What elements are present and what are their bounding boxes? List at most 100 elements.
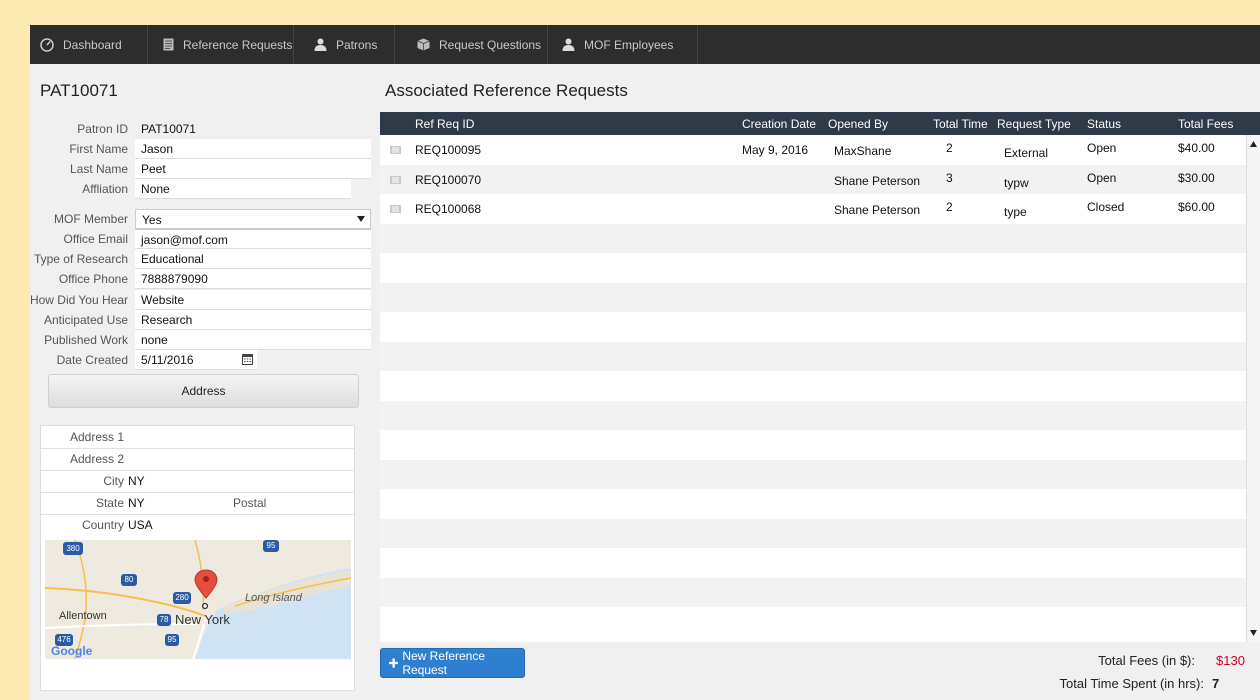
address-details: Address 1 Address 2 City NY State NY Pos… [40,425,355,691]
cell-total-fees: $60.00 [1178,200,1215,214]
nav-item-patrons[interactable]: Patrons [294,25,395,64]
empty-row [380,223,1246,253]
published-work-input[interactable]: none [135,330,371,350]
office-phone-input[interactable]: 7888879090 [135,269,371,289]
city-value[interactable]: NY [128,474,145,488]
column-header-opened-by[interactable]: Opened By [828,117,888,131]
requests-title: Associated Reference Requests [385,81,628,100]
cell-opened-by: MaxShane [834,144,892,158]
row-details-icon[interactable] [390,175,401,184]
empty-row [380,430,1246,459]
column-header-total-fees[interactable]: Total Fees [1178,117,1233,131]
field-label: Published Work [44,333,128,347]
field-label: Office Phone [58,272,128,286]
cell-total-time: 3 [946,170,953,185]
requests-panel: Associated Reference Requests Ref Req ID… [380,64,1260,700]
field-label: Type of Research [33,252,128,266]
field-affiliation: Affliation None [30,179,371,199]
address-button[interactable]: Address [48,374,359,408]
empty-row [380,489,1246,518]
field-date-created: Date Created 5/11/2016 [30,350,371,370]
document-icon [163,38,174,51]
country-value[interactable]: USA [128,518,153,532]
grid-header: Ref Req ID Creation Date Opened By Total… [380,112,1260,135]
city-label: City [103,474,124,488]
type-of-research-input[interactable]: Educational [135,249,371,269]
scroll-up-icon[interactable] [1250,141,1257,147]
table-row[interactable]: REQ100095 May 9, 2016 MaxShane 2 External Ope… [380,135,1246,164]
location-map[interactable]: 380 95 80 280 78 476 95 Allentown New Yo… [45,540,351,659]
map-label-new-york: New York [175,612,230,627]
column-header-ref-req-id[interactable]: Ref Req ID [415,117,474,131]
address2-label: Address 2 [69,452,124,466]
field-label: How Did You Hear [30,293,128,307]
date-created-input[interactable]: 5/11/2016 [135,350,257,370]
person-icon [562,38,575,51]
column-header-creation-date[interactable]: Creation Date [742,117,816,131]
field-anticipated-use: Anticipated Use Research [30,310,371,330]
cell-opened-by: Shane Peterson [834,203,921,217]
row-details-icon[interactable] [390,146,401,154]
empty-row [380,371,1246,400]
field-type-of-research: Type of Research Educational [30,249,371,269]
row-details-icon[interactable] [390,205,401,213]
office-email-input[interactable]: jason@mof.com [135,229,371,249]
calendar-icon[interactable] [242,354,253,365]
field-label: Last Name [69,162,128,176]
state-value[interactable]: NY [128,496,145,510]
field-label: Date Created [56,353,128,367]
country-label: Country [81,518,124,532]
empty-row [380,341,1246,371]
nav-item-request-questions[interactable]: Request Questions [395,25,548,64]
how-did-you-hear-input[interactable]: Website [135,290,371,310]
empty-row [380,459,1246,489]
affiliation-input[interactable]: None [135,179,351,199]
scroll-down-icon[interactable] [1250,630,1257,636]
total-fees-value: $130 [1216,653,1245,668]
person-icon [314,38,327,51]
country-row: Country USA [41,514,354,536]
patron-panel: PAT10071 Patron ID PAT10071 First Name J… [30,64,371,700]
last-name-input[interactable]: Peet [135,159,371,179]
cell-request-type: type [1004,205,1027,219]
field-published-work: Published Work none [30,330,371,350]
total-time-label: Total Time Spent (in hrs): [1059,676,1205,691]
cell-request-type: External [1004,146,1049,160]
mof-member-select[interactable]: Yes [135,209,371,229]
grid-scrollbar[interactable] [1246,135,1260,642]
column-header-total-time[interactable]: Total Time [933,117,988,131]
nav-item-mof-employees[interactable]: MOF Employees [548,25,698,64]
table-row[interactable]: REQ100070 Shane Peterson 3 typw Open $30.00 [380,164,1246,194]
empty-row [380,253,1246,282]
highway-shield: 80 [121,574,137,586]
new-reference-request-button[interactable]: New Reference Request [380,648,525,678]
empty-row [380,518,1246,548]
field-how-did-you-hear: How Did You Hear Website [30,290,371,310]
patron-title: PAT10071 [40,81,118,100]
anticipated-use-input[interactable]: Research [135,310,371,330]
cell-total-time: 2 [946,141,953,155]
column-header-request-type[interactable]: Request Type [997,117,1071,131]
empty-row [380,577,1246,607]
table-row[interactable]: REQ100068 Shane Peterson 2 type Closed $60.00 [380,194,1246,223]
address2-row: Address 2 [41,448,354,471]
field-mof-member: MOF Member Yes [30,209,371,229]
field-label: Affliation [82,182,128,196]
highway-shield: 280 [173,592,191,604]
empty-row [380,548,1246,577]
cell-opened-by: Shane Peterson [834,173,921,188]
column-header-status[interactable]: Status [1087,117,1121,131]
first-name-input[interactable]: Jason [135,139,371,159]
map-label-long-island: Long Island [245,592,302,604]
highway-shield: 380 [63,542,83,555]
cell-ref-req-id: REQ100070 [415,172,482,187]
cell-creation-date: May 9, 2016 [742,143,809,157]
nav-item-reference-requests[interactable]: Reference Requests [148,25,294,64]
nav-label: Request Questions [439,37,542,52]
field-patron-id: Patron ID PAT10071 [30,119,371,139]
caret-down-icon[interactable] [357,216,365,222]
nav-item-dashboard[interactable]: Dashboard [30,25,148,64]
grid-body: REQ100095 May 9, 2016 MaxShane 2 External Ope… [380,135,1246,642]
box-icon [417,38,430,51]
field-office-email: Office Email jason@mof.com [30,229,371,249]
